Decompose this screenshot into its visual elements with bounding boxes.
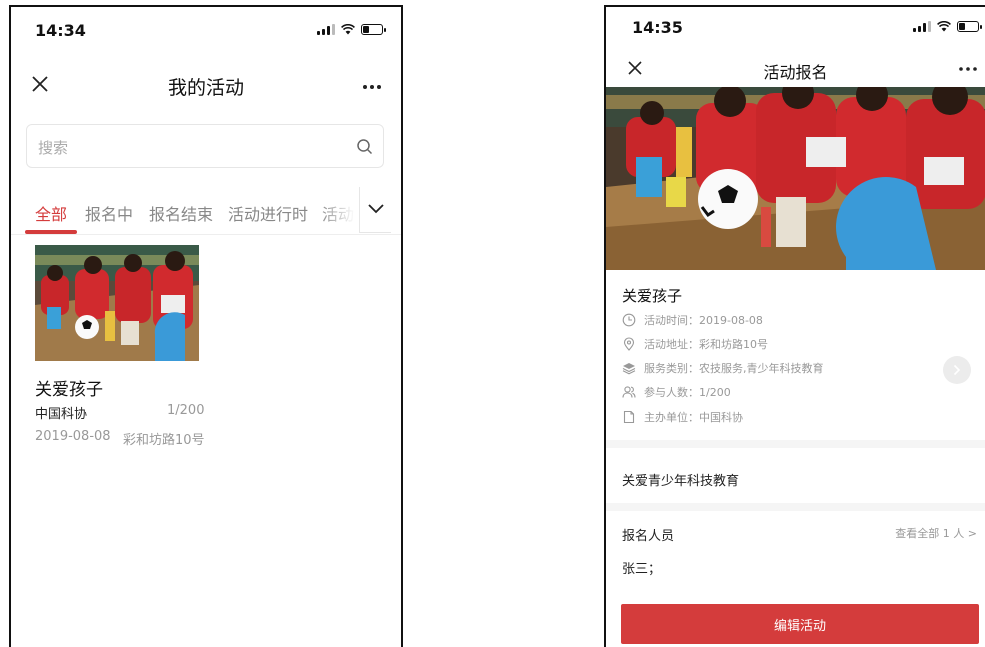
activity-card-image[interactable] [35,245,199,361]
address-label: 活动地址： [644,338,699,351]
info-row-address: 活动地址：彩和坊路10号 [622,334,768,354]
chevron-right-icon [953,364,961,376]
more-dots-icon[interactable] [955,55,981,81]
address-value: 彩和坊路10号 [699,338,768,351]
signup-names: 张三； [622,562,662,577]
section-divider [606,503,985,511]
nav-bar: 活动报名 [606,55,985,85]
host-value: 中国科协 [699,411,743,424]
host-label: 主办单位： [644,411,699,424]
activity-description: 关爱青少年科技教育 [622,474,740,489]
signup-section-title: 报名人员 [622,529,675,544]
info-arrow-button[interactable] [943,356,971,384]
my-activities-screen: 14:34 我的活动 搜索 全部 报名中 报名结束 活动进行时 活动 [9,5,403,647]
clock-icon [622,313,636,327]
document-icon [623,410,635,424]
status-bar: 14:34 [11,7,401,53]
activity-hero-image [606,87,985,270]
activity-card-address: 彩和坊路10号 [123,433,205,448]
tab-signup-closed[interactable]: 报名结束 [149,201,213,225]
section-divider [606,440,985,448]
page-title: 活动报名 [763,63,828,82]
status-bar: 14:35 [606,7,985,53]
status-icons [317,24,386,35]
activity-card-title[interactable]: 关爱孩子 [35,375,103,400]
status-icons [913,21,982,32]
time-value: 2019-08-08 [699,314,763,327]
tab-in-progress[interactable]: 活动进行时 [228,201,308,225]
wifi-icon [937,21,951,32]
view-all-signups-link[interactable]: 查看全部 1 人 > [895,525,977,541]
tab-signing-up[interactable]: 报名中 [85,201,133,225]
tab-all[interactable]: 全部 [35,201,67,225]
people-icon [622,386,636,398]
activity-card-count: 1/200 [167,403,205,418]
time-label: 活动时间： [644,314,699,327]
wifi-icon [341,24,355,35]
people-value: 1/200 [699,386,731,399]
category-value: 农技服务,青少年科技教育 [699,362,824,375]
active-tab-indicator [25,230,77,234]
battery-icon [361,24,386,35]
search-icon[interactable] [355,137,375,157]
activity-photo [606,87,985,270]
filter-tabs: 全部 报名中 报名结束 活动进行时 活动 [11,187,401,235]
info-row-time: 活动时间：2019-08-08 [622,310,763,330]
signal-icon [317,24,335,35]
chevron-down-icon [368,204,384,214]
status-time: 14:34 [35,21,86,40]
signal-icon [913,21,931,32]
activity-card-date: 2019-08-08 [35,429,111,444]
tab-dropdown-button[interactable] [359,187,391,233]
activity-card-org: 中国科协 [35,407,88,422]
activity-title: 关爱孩子 [622,287,683,305]
activity-signup-screen: 14:35 活动报名 关爱孩子 活动时间：2019-08-08 活动地址：彩和坊… [604,5,985,647]
search-input[interactable]: 搜索 [26,124,384,168]
category-label: 服务类别： [644,362,699,375]
page-title: 我的活动 [167,77,244,99]
battery-icon [957,21,982,32]
nav-bar: 我的活动 [11,63,401,107]
layers-icon [622,363,636,375]
tab-fade [319,187,355,233]
info-row-host: 主办单位：中国科协 [622,407,743,427]
info-row-category: 服务类别：农技服务,青少年科技教育 [622,358,824,378]
location-pin-icon [623,337,635,351]
activity-photo [35,245,199,361]
edit-activity-button[interactable]: 编辑活动 [621,604,979,644]
people-label: 参与人数： [644,386,699,399]
status-time: 14:35 [632,18,683,37]
info-row-people: 参与人数：1/200 [622,382,731,402]
more-dots-icon[interactable] [359,71,385,97]
search-placeholder: 搜索 [38,139,69,157]
